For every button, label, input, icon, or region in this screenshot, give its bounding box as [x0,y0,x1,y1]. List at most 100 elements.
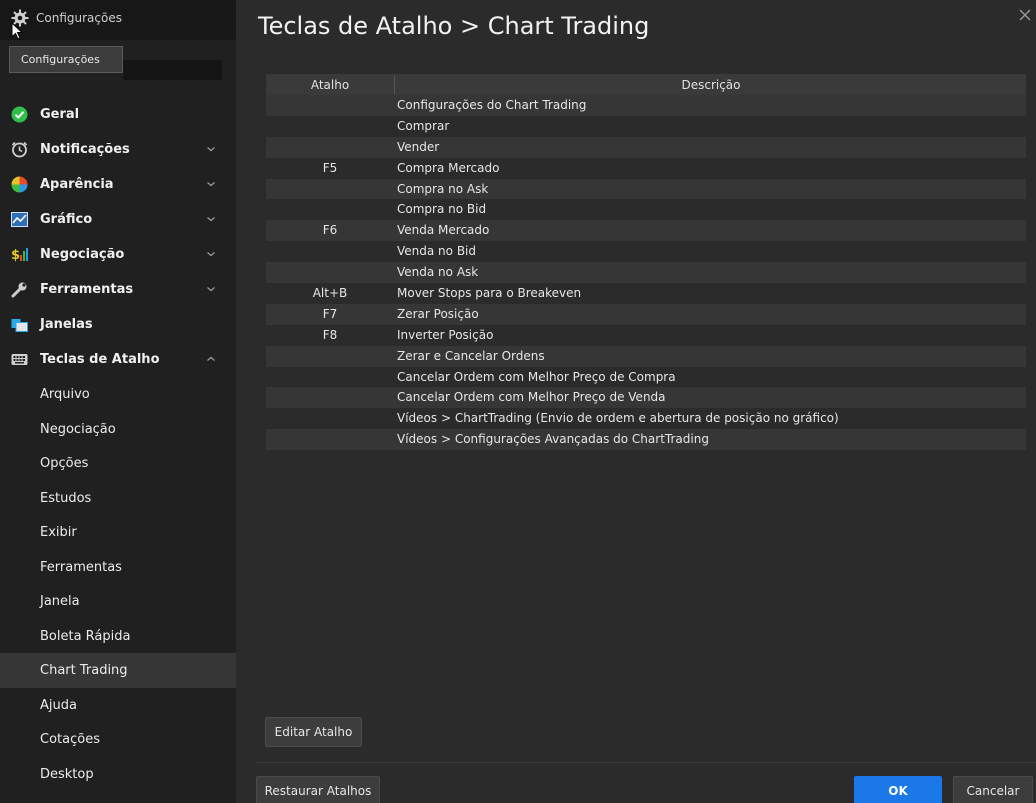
close-icon[interactable] [1018,8,1032,22]
sidebar-subitem-label: Janela [40,594,80,609]
search-input[interactable] [123,60,222,80]
table-row[interactable]: Vídeos > Configurações Avançadas do Char… [266,429,1026,451]
restore-shortcuts-button[interactable]: Restaurar Atalhos [256,776,380,803]
shortcut-description-cell: Configurações do Chart Trading [397,98,587,112]
svg-text:$: $ [11,248,20,263]
sidebar-item-janelas[interactable]: Janelas [0,307,236,342]
sidebar-item-label: Aparência [40,177,114,192]
shortcut-key-cell: F6 [322,223,338,238]
table-row[interactable]: F5 Compra Mercado [266,158,1026,179]
sidebar: Configurações Configurações Geral Notifi… [0,0,236,803]
sidebar-item-negociacao[interactable]: $ Negociação [0,237,236,272]
sidebar-subitem-negociacao[interactable]: Negociação [0,412,236,447]
sidebar-subitem-label: Chart Trading [40,663,128,678]
sidebar-nav: Geral Notificações Aparência Gráfico $ N… [0,97,236,791]
column-header-atalho[interactable]: Atalho [266,78,394,92]
table-row[interactable]: Venda no Ask [266,262,1026,284]
table-row[interactable]: Cancelar Ordem com Melhor Preço de Compr… [266,367,1026,388]
alarm-clock-icon [11,141,28,158]
sidebar-subitem-chart-trading[interactable]: Chart Trading [0,653,236,688]
sidebar-subitem-exibir[interactable]: Exibir [0,515,236,550]
shortcut-description-cell: Inverter Posição [397,327,494,342]
shortcut-key-cell: Alt+B [312,286,348,301]
shortcut-key-cell: F5 [322,160,338,175]
chevron-down-icon [207,252,215,257]
sidebar-subitem-label: Negociação [40,421,116,437]
column-header-descricao[interactable]: Descrição [396,78,1026,92]
chevron-down-icon [207,217,215,222]
sidebar-item-teclas-de-atalho[interactable]: Teclas de Atalho [0,342,236,377]
sidebar-item-ferramentas[interactable]: Ferramentas [0,272,236,307]
sidebar-subitem-label: Estudos [40,490,92,506]
sidebar-item-geral[interactable]: Geral [0,97,236,132]
sidebar-subitem-desktop[interactable]: Desktop [0,757,236,792]
shortcut-key-cell: F8 [322,327,338,342]
table-row[interactable]: Venda no Bid [266,241,1026,262]
sidebar-item-label: Ferramentas [40,282,134,297]
sidebar-item-label: Teclas de Atalho [40,352,160,367]
table-row[interactable]: Vender [266,136,1026,158]
shortcut-description-cell: Venda no Ask [397,265,479,280]
chevron-down-icon [207,287,215,292]
shortcut-description-cell: Vídeos > Configurações Avançadas do Char… [397,432,709,447]
sidebar-subitem-label: Ajuda [40,697,77,713]
sidebar-subitem-janela[interactable]: Janela [0,584,236,619]
chevron-up-icon [207,356,215,361]
table-row[interactable]: Alt+B Mover Stops para o Breakeven [266,283,1026,304]
table-row[interactable]: Cancelar Ordem com Melhor Preço de Venda [266,387,1026,409]
cancel-button[interactable]: Cancelar [953,776,1033,803]
table-row[interactable]: Compra no Bid [266,199,1026,220]
shortcut-description-cell: Compra no Bid [397,202,487,217]
table-row[interactable]: Zerar e Cancelar Ordens [266,345,1026,367]
sidebar-subitem-label: Boleta Rápida [40,628,131,644]
table-header: Atalho Descrição [266,74,1026,96]
sidebar-item-label: Notificações [40,142,130,157]
wrench-icon [11,282,27,298]
sidebar-subitem-opcoes[interactable]: Opções [0,446,236,481]
chart-line-icon [11,212,28,227]
window-titlebar: Configurações [0,0,236,40]
shortcut-key-cell: F7 [322,306,338,321]
check-circle-icon [11,106,28,123]
keyboard-icon [11,354,28,365]
table-row[interactable]: F6 Venda Mercado [266,220,1026,242]
shortcut-description-cell: Cancelar Ordem com Melhor Preço de Venda [397,390,666,405]
shortcut-description-cell: Comprar [397,118,450,133]
palette-icon [11,176,28,193]
dollar-bars-icon: $ [11,248,28,263]
mouse-cursor-icon [11,22,23,40]
sidebar-subitem-cotacoes[interactable]: Cotações [0,722,236,757]
table-row[interactable]: F7 Zerar Posição [266,303,1026,325]
page-title: Teclas de Atalho > Chart Trading [258,12,650,40]
shortcut-description-cell: Cancelar Ordem com Melhor Preço de Compr… [397,369,676,384]
windows-icon [11,319,28,332]
edit-shortcut-button[interactable]: Editar Atalho [265,717,362,747]
table-row[interactable]: Vídeos > ChartTrading (Envio de ordem e … [266,408,1026,429]
sidebar-subitem-boleta-rapida[interactable]: Boleta Rápida [0,619,236,654]
sidebar-subitem-label: Cotações [40,732,100,747]
sidebar-item-notificacoes[interactable]: Notificações [0,132,236,167]
tooltip: Configurações [9,46,123,73]
sidebar-subitem-arquivo[interactable]: Arquivo [0,377,236,412]
sidebar-subitem-ajuda[interactable]: Ajuda [0,688,236,723]
ok-button[interactable]: OK [854,776,942,803]
sidebar-item-label: Negociação [40,247,125,262]
sidebar-subitem-label: Desktop [40,766,94,782]
table-row[interactable]: Compra no Ask [266,178,1026,200]
sidebar-item-aparencia[interactable]: Aparência [0,167,236,202]
table-row[interactable]: Comprar [266,116,1026,137]
table-row[interactable]: F8 Inverter Posição [266,325,1026,346]
shortcut-description-cell: Vídeos > ChartTrading (Envio de ordem e … [397,411,839,426]
shortcut-description-cell: Venda no Bid [397,244,476,259]
window-title: Configurações [36,11,122,25]
shortcut-description-cell: Zerar e Cancelar Ordens [397,348,545,363]
shortcut-description-cell: Compra Mercado [397,160,500,175]
sidebar-item-label: Gráfico [40,212,93,227]
table-row[interactable]: Configurações do Chart Trading [266,95,1026,116]
sidebar-subitem-estudos[interactable]: Estudos [0,481,236,516]
shortcut-description-cell: Vender [397,139,440,154]
footer-divider [256,762,1036,763]
sidebar-subitem-ferramentas[interactable]: Ferramentas [0,550,236,585]
sidebar-item-grafico[interactable]: Gráfico [0,202,236,237]
table-body: Configurações do Chart Trading Comprar Ven… [266,95,1026,451]
